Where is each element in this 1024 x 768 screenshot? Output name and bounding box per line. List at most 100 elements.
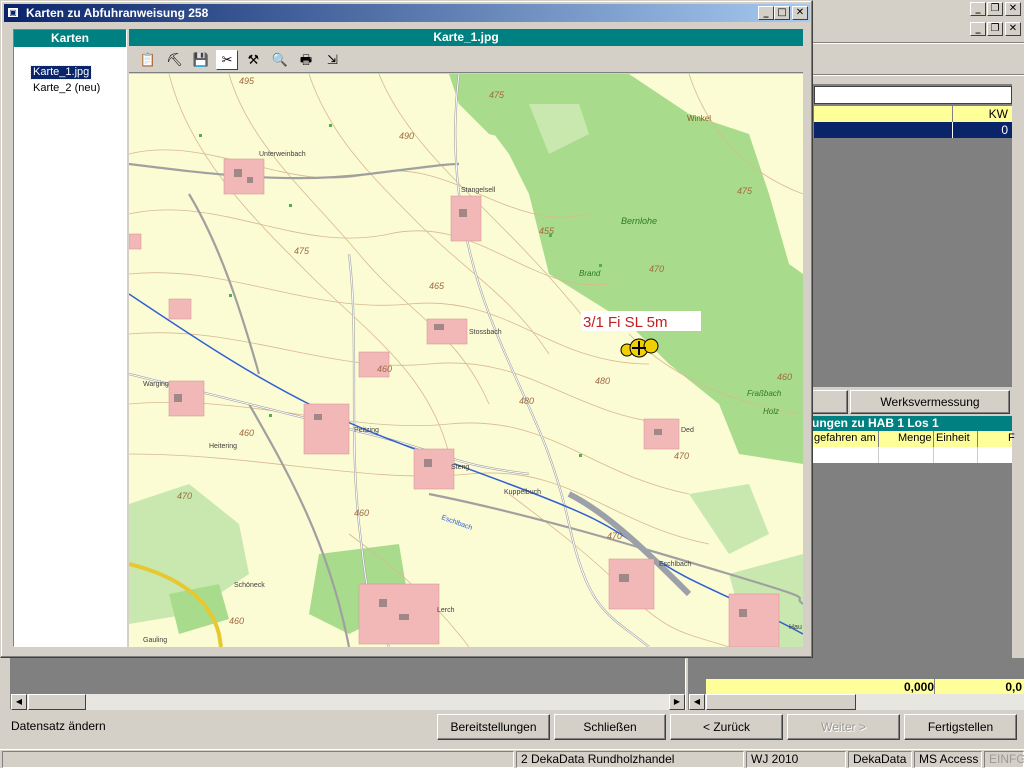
contour-label: 470 — [177, 491, 192, 501]
map-label-peitzing: Peitzing — [354, 427, 379, 434]
contour-label: 460 — [354, 508, 369, 518]
kw-row[interactable]: 0 — [814, 122, 1012, 138]
bereitstellungen-button[interactable]: Bereitstellungen — [437, 714, 550, 740]
map-label-eschlbach-river: Eschlbach — [440, 514, 473, 532]
map-label-unterweinbach: Unterweinbach — [259, 151, 306, 158]
contour-label: 480 — [595, 376, 610, 386]
outer-close-button[interactable]: ✕ — [1005, 2, 1021, 16]
contour-label: 470 — [607, 531, 622, 541]
delete-icon[interactable]: ✂ — [216, 50, 239, 70]
dialog-maximize-button[interactable]: □ — [774, 6, 790, 20]
map-label-eschlbach: Eschlbach — [659, 561, 691, 568]
kw-header-label: KW — [988, 107, 1008, 121]
right-scroll-thumb[interactable] — [706, 694, 856, 710]
total-value2: 0,0 — [1005, 680, 1022, 694]
left-hscrollbar[interactable]: ◀ ▶ — [11, 694, 685, 710]
section-row[interactable] — [812, 447, 1012, 463]
statusbar-year: WJ 2010 — [746, 751, 846, 768]
status-text: Datensatz ändern — [11, 719, 106, 733]
werksvermessung-button[interactable]: Werksvermessung — [850, 390, 1010, 414]
scroll-right-button[interactable]: ▶ — [669, 694, 685, 710]
preview-icon[interactable]: 🔍 — [269, 50, 291, 70]
dialog-titlebar[interactable]: ▣ Karten zu Abfuhranweisung 258 _ □ ✕ — [4, 4, 810, 22]
col-menge: Menge — [898, 432, 932, 444]
map-label-kuppelbuch: Kuppelbuch — [504, 489, 541, 496]
contour-label: 465 — [429, 281, 445, 291]
print-icon[interactable]: 🖶 — [295, 52, 317, 72]
zurueck-button[interactable]: < Zurück — [670, 714, 783, 740]
title-divider — [812, 42, 1024, 44]
map-label-gauling: Gauling — [143, 637, 167, 644]
binoculars-icon[interactable]: ⛏ — [163, 50, 185, 70]
contour-label: 480 — [519, 396, 534, 406]
map-title: Karte_1.jpg — [129, 29, 803, 46]
map-label-holz: Holz — [763, 407, 779, 416]
contour-label: 460 — [229, 616, 244, 626]
statusbar-db: MS Access — [914, 751, 982, 768]
export-icon[interactable]: ⇲ — [321, 50, 343, 70]
tools-icon[interactable]: ⚒ — [242, 50, 264, 70]
map-label-brand: Brand — [579, 269, 601, 278]
map-label-steng: Steng — [451, 464, 469, 471]
map-label-lerch: Lerch — [437, 607, 455, 614]
section-columns: gefahren am Menge Einheit F — [812, 431, 1015, 447]
outer-minimize-button[interactable]: _ — [970, 2, 986, 16]
map-list-item-2[interactable]: Karte_2 (neu) — [31, 82, 102, 95]
total-value1: 0,000 — [903, 680, 934, 694]
inner-close-button[interactable]: ✕ — [1005, 22, 1021, 36]
contour-label: 460 — [239, 428, 254, 438]
schliessen-button[interactable]: Schließen — [554, 714, 666, 740]
map-list-panel: Karten Karte_1.jpg Karte_2 (neu) — [13, 29, 127, 647]
right-hscrollbar[interactable]: ◀ ▶ — [689, 694, 1024, 710]
totals-row: 0,000 0,0 — [706, 679, 1024, 695]
map-label-bernlohe: Bernlohe — [621, 216, 657, 226]
col-einheit: Einheit — [936, 432, 970, 444]
outer-restore-button[interactable]: ❐ — [987, 2, 1003, 16]
kw-header: KW — [814, 106, 1012, 122]
col-gefahren: gefahren am — [814, 432, 876, 444]
dialog-close-button[interactable]: ✕ — [792, 6, 808, 20]
section-title: ungen zu HAB 1 Los 1 — [812, 416, 1012, 431]
paste-icon[interactable]: 📋 — [137, 50, 159, 70]
contour-label: 470 — [674, 451, 689, 461]
section-grid-empty — [812, 463, 1012, 678]
map-toolbar: 📋 ⛏ 💾 ✂ ⚒ 🔍 🖶 ⇲ — [129, 48, 803, 73]
right-scroll-left-button[interactable]: ◀ — [689, 694, 705, 710]
kw-value: 0 — [1001, 123, 1008, 137]
scroll-thumb[interactable] — [28, 694, 86, 710]
contour-label: 490 — [399, 131, 414, 141]
map-list-item-1[interactable]: Karte_1.jpg — [29, 65, 93, 80]
topographic-map: Winkel Bernlohe Brand Fraßbach Holz Unte… — [129, 74, 803, 647]
scroll-left-button[interactable]: ◀ — [11, 694, 27, 710]
outer-window-controls: _ ❐ ✕ — [970, 2, 1024, 18]
map-dialog: ▣ Karten zu Abfuhranweisung 258 _ □ ✕ Ka… — [0, 0, 813, 658]
map-label-stossbach: Stossbach — [469, 329, 502, 336]
map-label-heitering: Heitering — [209, 443, 237, 450]
contour-label: 475 — [489, 90, 505, 100]
inner-minimize-button[interactable]: _ — [970, 22, 986, 36]
map-label-ded: Ded — [681, 427, 694, 434]
inner-restore-button[interactable]: ❐ — [987, 22, 1003, 36]
statusbar-empty — [2, 751, 514, 768]
contour-label: 495 — [239, 76, 255, 86]
dialog-minimize-button[interactable]: _ — [758, 6, 774, 20]
contour-label: 470 — [649, 264, 664, 274]
inner-window-controls: _ ❐ ✕ — [970, 22, 1024, 38]
map-list-header: Karten — [14, 30, 126, 47]
fertigstellen-button[interactable]: Fertigstellen — [904, 714, 1017, 740]
contour-label: 475 — [737, 186, 753, 196]
col-f: F — [1008, 432, 1015, 444]
map-label-stangelsell: Stangelsell — [461, 187, 496, 194]
menu-divider — [812, 74, 1024, 76]
save-icon[interactable]: 💾 — [190, 50, 212, 70]
contour-label: 455 — [539, 226, 555, 236]
map-label-schoeneck: Schöneck — [234, 582, 265, 589]
map-annotation: 3/1 Fi SL 5m — [583, 314, 667, 331]
map-image[interactable]: Winkel Bernlohe Brand Fraßbach Holz Unte… — [129, 74, 803, 647]
map-label-winkel: Winkel — [687, 114, 711, 123]
search-field[interactable] — [814, 86, 1012, 104]
map-label-frassbach: Fraßbach — [747, 389, 782, 398]
dialog-title: Karten zu Abfuhranweisung 258 — [26, 6, 209, 20]
tab-left-button[interactable] — [812, 390, 848, 414]
weiter-button: Weiter > — [787, 714, 900, 740]
